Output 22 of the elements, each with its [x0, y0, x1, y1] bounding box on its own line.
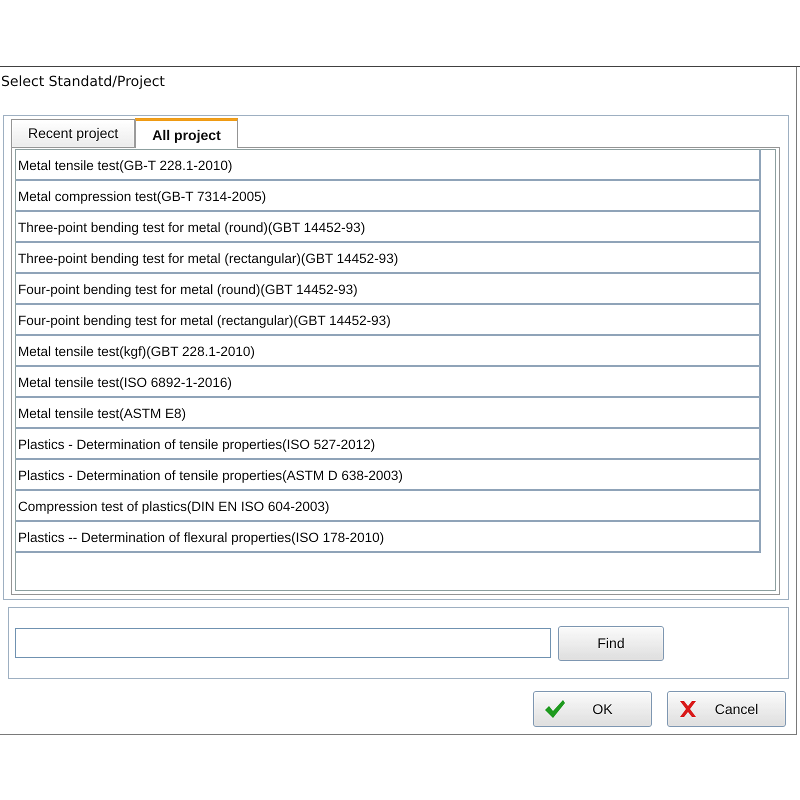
- list-item[interactable]: Metal tensile test(ISO 6892-1-2016): [16, 367, 761, 398]
- list-item[interactable]: Compression test of plastics(DIN EN ISO 604-2003): [16, 491, 761, 522]
- list-item[interactable]: Metal compression test(GB-T 7314-2005): [16, 181, 761, 212]
- check-icon: [544, 699, 566, 719]
- list-item[interactable]: Three-point bending test for metal (round)(GBT 14452-93): [16, 212, 761, 243]
- list-item[interactable]: Plastics - Determination of tensile properties(ASTM D 638-2003): [16, 460, 761, 491]
- list-item[interactable]: Four-point bending test for metal (rectangular)(GBT 14452-93): [16, 305, 761, 336]
- tab[interactable]: Recent project: [11, 119, 136, 147]
- list-item[interactable]: Metal tensile test(GB-T 228.1-2010): [16, 150, 761, 181]
- list-item[interactable]: Plastics -- Determination of flexural properties(ISO 178-2010): [16, 522, 761, 553]
- find-button[interactable]: Find: [558, 626, 664, 660]
- close-icon: [678, 700, 698, 718]
- list-item[interactable]: Four-point bending test for metal (round)(GBT 14452-93): [16, 274, 761, 305]
- window-title: Select Standatd/Project: [0, 73, 166, 92]
- list-item[interactable]: Plastics - Determination of tensile properties(ISO 527-2012): [16, 429, 761, 460]
- ok-button[interactable]: OK: [533, 691, 652, 727]
- list-item[interactable]: Three-point bending test for metal (rectangular)(GBT 14452-93): [16, 243, 761, 274]
- cancel-button[interactable]: Cancel: [667, 691, 786, 727]
- search-field[interactable]: [15, 628, 551, 658]
- tab[interactable]: All project: [135, 118, 238, 148]
- list-item[interactable]: Metal tensile test(kgf)(GBT 228.1-2010): [16, 336, 761, 367]
- list-item[interactable]: Metal tensile test(ASTM E8): [16, 398, 761, 429]
